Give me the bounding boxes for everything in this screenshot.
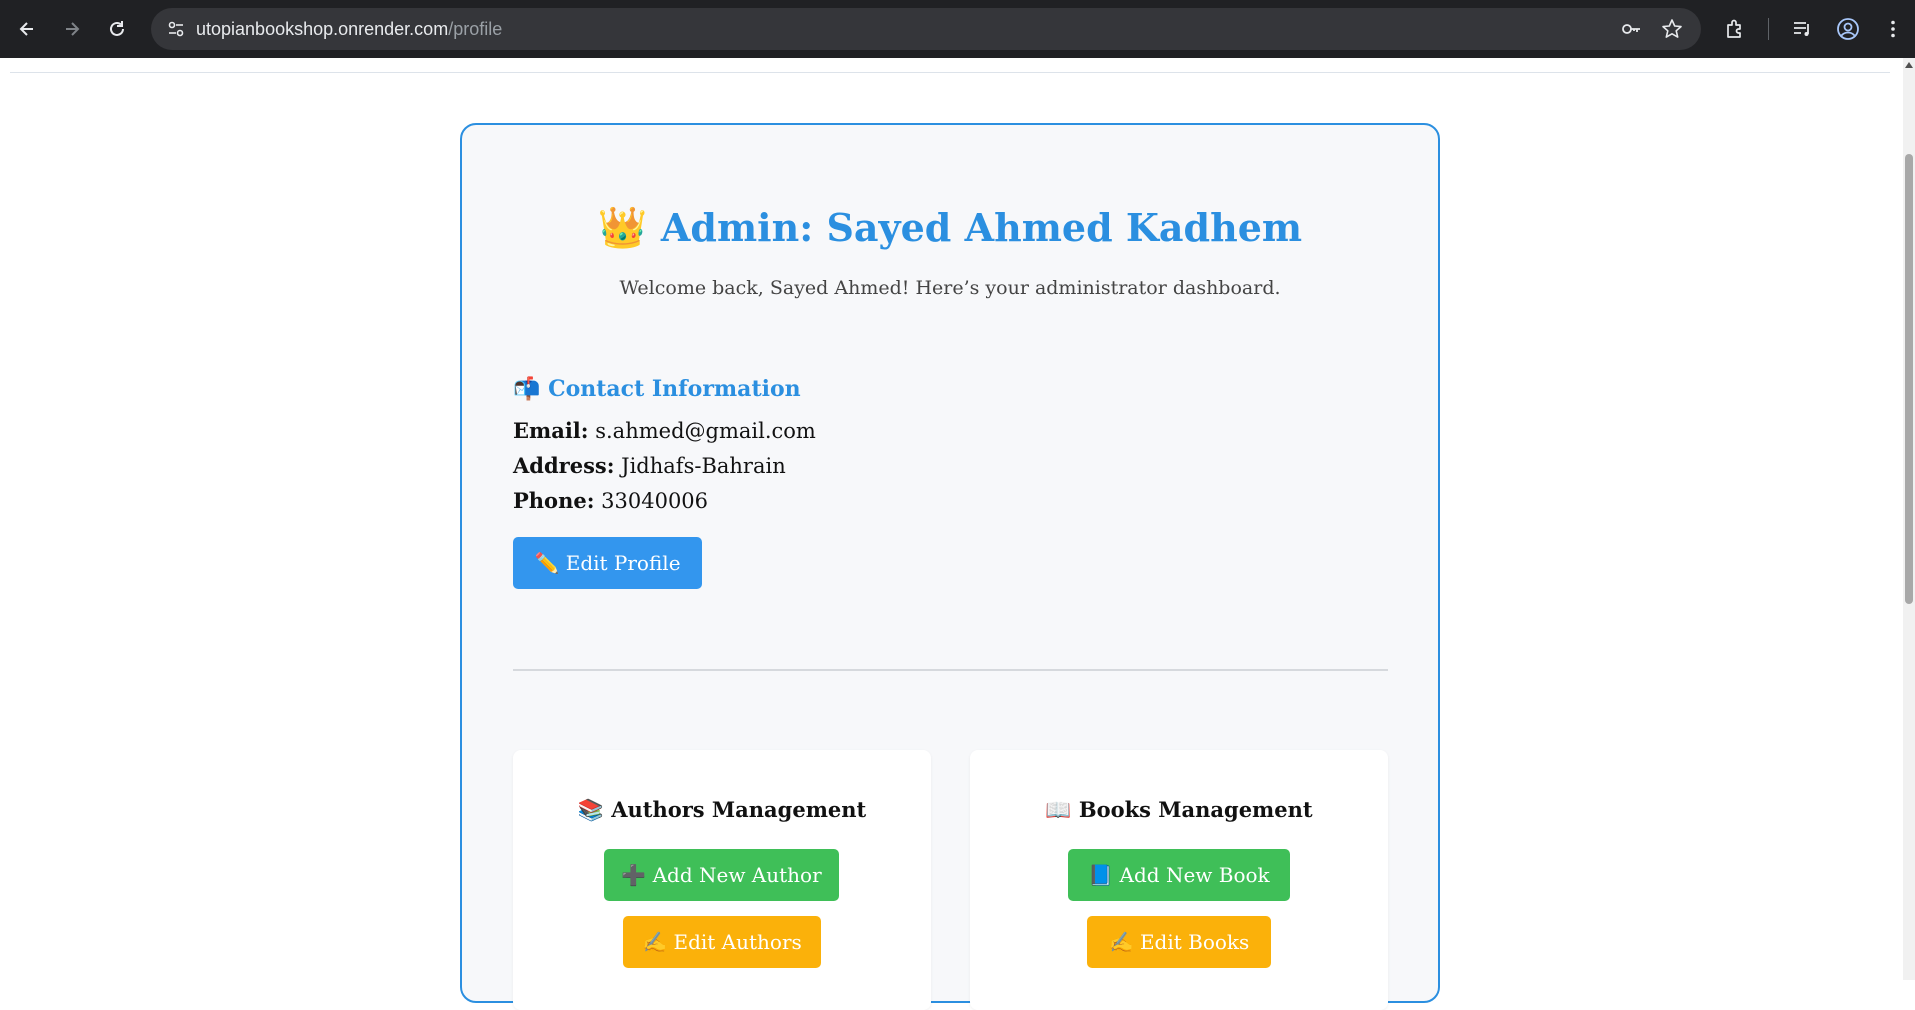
edit-profile-button[interactable]: ✏️ Edit Profile <box>513 537 702 589</box>
browser-toolbar: utopianbookshop.onrender.com/profile <box>0 0 1915 58</box>
email-label: Email: <box>513 418 589 443</box>
authors-management-title: 📚 Authors Management <box>577 797 867 822</box>
contact-heading-label: Contact Information <box>548 376 801 402</box>
extensions-icon[interactable] <box>1720 14 1750 44</box>
more-menu-icon[interactable] <box>1878 14 1908 44</box>
contact-information-heading: 📬 Contact Information <box>513 376 801 402</box>
email-row: Email: s.ahmed@gmail.com <box>513 418 816 443</box>
scrollbar-thumb[interactable] <box>1905 154 1913 604</box>
address-bar[interactable]: utopianbookshop.onrender.com/profile <box>151 8 1701 50</box>
crown-icon: 👑 <box>597 204 648 251</box>
reload-button[interactable] <box>100 12 134 46</box>
profile-avatar-icon[interactable] <box>1833 14 1863 44</box>
mailbox-icon: 📬 <box>513 376 541 402</box>
add-new-author-button[interactable]: ➕ Add New Author <box>604 849 839 901</box>
admin-name-heading: Admin: Sayed Ahmed Kadhem <box>660 205 1303 250</box>
address-value: Jidhafs-Bahrain <box>621 454 786 478</box>
add-new-book-button[interactable]: 📘 Add New Book <box>1068 849 1290 901</box>
forward-button[interactable] <box>55 12 89 46</box>
url-text[interactable]: utopianbookshop.onrender.com/profile <box>196 19 502 40</box>
media-queue-icon[interactable] <box>1787 14 1817 44</box>
back-button[interactable] <box>10 12 44 46</box>
url-path: /profile <box>448 19 503 39</box>
url-host: utopianbookshop.onrender.com <box>196 19 449 39</box>
phone-label: Phone: <box>513 488 595 513</box>
back-arrow-icon <box>19 22 33 36</box>
address-label: Address: <box>513 453 615 478</box>
bookmark-star-icon[interactable] <box>1659 16 1685 42</box>
toolbar-divider <box>1768 18 1769 40</box>
scroll-up-arrow-icon[interactable] <box>1905 62 1913 68</box>
reload-icon <box>110 21 124 36</box>
site-info-icon[interactable] <box>161 14 191 44</box>
email-value: s.ahmed@gmail.com <box>595 419 816 443</box>
forward-arrow-icon <box>66 22 80 36</box>
edit-books-button[interactable]: ✍️ Edit Books <box>1087 916 1271 968</box>
section-divider <box>513 669 1388 671</box>
welcome-message: Welcome back, Sayed Ahmed! Here’s your a… <box>619 277 1281 299</box>
header-bottom-border <box>10 72 1890 73</box>
password-key-icon[interactable] <box>1618 16 1644 42</box>
page-title: 👑 Admin: Sayed Ahmed Kadhem <box>0 204 1900 251</box>
books-management-title: 📖 Books Management <box>1045 797 1313 822</box>
phone-value: 33040006 <box>601 489 709 513</box>
phone-row: Phone: 33040006 <box>513 488 708 513</box>
address-row: Address: Jidhafs-Bahrain <box>513 453 786 478</box>
edit-authors-button[interactable]: ✍️ Edit Authors <box>623 916 821 968</box>
